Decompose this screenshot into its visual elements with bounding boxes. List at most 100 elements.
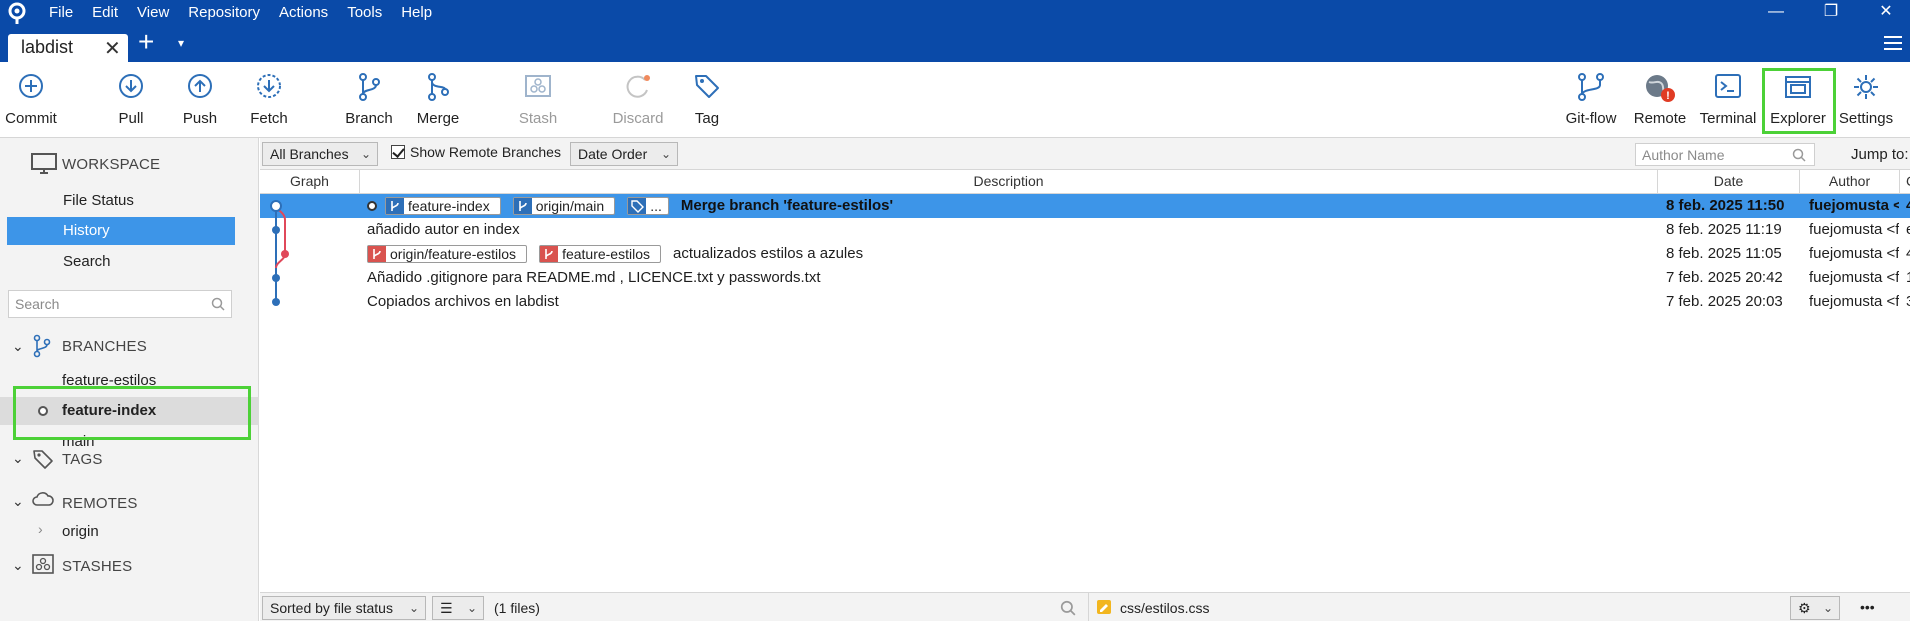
commit-message: actualizados estilos a azules <box>673 245 864 262</box>
remote-item-origin[interactable]: origin <box>0 518 259 546</box>
menu-tools[interactable]: Tools <box>347 0 382 26</box>
menu-repository[interactable]: Repository <box>188 0 260 26</box>
commit-hash: 34a367c <box>1906 290 1910 314</box>
ref-badge[interactable]: origin/feature-estilos <box>367 245 528 263</box>
checkbox-checked-icon <box>391 145 405 159</box>
discard-icon <box>626 75 650 98</box>
commit-hash: e8a3bad <box>1906 218 1910 242</box>
selected-file-path[interactable]: css/estilos.css <box>1120 600 1209 616</box>
head-indicator-icon <box>367 201 377 211</box>
branches-dropdown[interactable]: All Branches ⌄ <box>262 142 378 166</box>
sidebar-search-input[interactable] <box>9 291 199 317</box>
commit-button[interactable]: Commit <box>0 62 66 138</box>
commit-hash: 1868a10 <box>1906 266 1910 290</box>
stashes-chevron-icon[interactable]: ⌄ <box>12 557 24 574</box>
tab-labdist[interactable]: labdist ✕ <box>8 34 128 62</box>
branch-ref-icon <box>540 246 559 262</box>
sidebar-item-history[interactable]: History <box>7 217 235 245</box>
ref-badge[interactable]: feature-estilos <box>539 245 661 263</box>
sort-dropdown[interactable]: Sorted by file status ⌄ <box>262 596 426 620</box>
show-remote-branches-checkbox[interactable]: Show Remote Branches <box>391 144 561 160</box>
search-icon[interactable] <box>1060 600 1076 616</box>
col-description[interactable]: Description <box>360 170 1658 194</box>
menu-file[interactable]: File <box>49 0 73 26</box>
view-mode-dropdown[interactable]: ☰ ⌄ <box>432 596 484 620</box>
search-icon <box>1792 148 1806 162</box>
restore-button[interactable]: ❐ <box>1811 0 1851 26</box>
close-window-button[interactable]: ✕ <box>1866 0 1906 26</box>
file-list-bar: Sorted by file status ⌄ ☰ ⌄ (1 files) cs… <box>260 592 1910 621</box>
order-dropdown-value: Date Order <box>578 146 648 162</box>
gitflow-icon <box>1578 73 1604 101</box>
terminal-icon <box>1715 74 1741 98</box>
fetch-label: Fetch <box>250 110 288 127</box>
author-search-input[interactable] <box>1636 144 1786 165</box>
table-row[interactable]: añadido autor en index 8 feb. 2025 11:19… <box>260 218 1910 242</box>
toolbar: Commit Pull Push Fetch Branch Merge Stas… <box>0 62 1910 138</box>
file-actions-dropdown[interactable]: ⚙ ⌄ <box>1790 596 1840 620</box>
stash-button[interactable]: Stash <box>503 62 573 138</box>
tab-bar: labdist ✕ + ▾ <box>0 26 1910 62</box>
remote-globe-icon: ! <box>1646 75 1675 102</box>
branch-ref-icon <box>513 198 532 214</box>
divider <box>1088 593 1089 621</box>
tags-chevron-icon[interactable]: ⌄ <box>12 450 24 467</box>
tag-icon <box>695 75 719 98</box>
author-search-field[interactable] <box>1635 143 1815 166</box>
settings-gear-icon <box>1854 75 1878 99</box>
remotes-chevron-icon[interactable]: ⌄ <box>12 493 24 510</box>
pull-icon <box>119 74 143 98</box>
sidebar-item-file-status[interactable]: File Status <box>7 187 235 215</box>
tag-button[interactable]: Tag <box>672 62 742 138</box>
commit-graph <box>270 200 289 306</box>
col-commit[interactable]: Commit <box>1900 170 1910 194</box>
menu-view[interactable]: View <box>137 0 169 26</box>
graph-line-feature <box>275 205 286 269</box>
stash-label: Stash <box>518 110 558 127</box>
commit-label: Commit <box>5 110 57 127</box>
table-row[interactable]: Copiados archivos en labdist 7 feb. 2025… <box>260 290 1910 314</box>
table-row[interactable]: Añadido .gitignore para README.md , LICE… <box>260 266 1910 290</box>
commit-message: añadido autor en index <box>367 221 520 238</box>
ref-badge[interactable]: origin/main <box>512 197 616 215</box>
jump-to-label: Jump to: <box>1851 146 1909 163</box>
stash-icon <box>525 75 551 97</box>
merge-button[interactable]: Merge <box>403 62 473 138</box>
title-bar: File Edit View Repository Actions Tools … <box>0 0 1910 26</box>
tab-close-icon[interactable]: ✕ <box>104 36 121 61</box>
branches-heading: BRANCHES <box>62 338 147 355</box>
menu-edit[interactable]: Edit <box>92 0 118 26</box>
col-graph[interactable]: Graph <box>260 170 360 194</box>
minimize-button[interactable]: — <box>1756 0 1796 26</box>
branch-highlight-box <box>13 386 251 440</box>
hamburger-menu-icon[interactable] <box>1884 36 1902 52</box>
commit-hash: 4f30d38 <box>1906 194 1910 218</box>
tag-badge[interactable]: ... <box>627 197 669 215</box>
commit-message: Merge branch 'feature-estilos' <box>680 197 894 214</box>
menu-help[interactable]: Help <box>401 0 432 26</box>
ref-badge[interactable]: feature-index <box>385 197 501 215</box>
ref-label: feature-estilos <box>562 246 650 262</box>
branches-icon <box>33 334 51 358</box>
branch-icon <box>359 73 380 101</box>
new-tab-button[interactable]: + <box>138 28 162 58</box>
table-row[interactable]: feature-index origin/main ... Merge bran… <box>260 194 1910 218</box>
settings-button[interactable]: Settings <box>1831 62 1901 138</box>
branches-chevron-icon[interactable]: ⌄ <box>12 338 24 355</box>
sidebar-search-field[interactable] <box>8 290 232 318</box>
fetch-button[interactable]: Fetch <box>234 62 304 138</box>
workspace-heading: WORKSPACE <box>62 156 161 173</box>
tab-dropdown-icon[interactable]: ▾ <box>178 36 184 50</box>
ref-label: ... <box>650 198 662 214</box>
more-options-icon[interactable]: ••• <box>1860 599 1875 615</box>
graph-node <box>281 250 289 258</box>
col-date[interactable]: Date <box>1658 170 1800 194</box>
col-author[interactable]: Author <box>1800 170 1900 194</box>
table-row[interactable]: origin/feature-estilos feature-estilos a… <box>260 242 1910 266</box>
merge-label: Merge <box>416 110 460 127</box>
order-dropdown[interactable]: Date Order ⌄ <box>570 142 678 166</box>
commit-author: fuejomusta <fuej <box>1809 197 1899 214</box>
menu-actions[interactable]: Actions <box>279 0 328 26</box>
sidebar-item-search[interactable]: Search <box>7 248 235 276</box>
ref-label: origin/main <box>535 198 605 214</box>
